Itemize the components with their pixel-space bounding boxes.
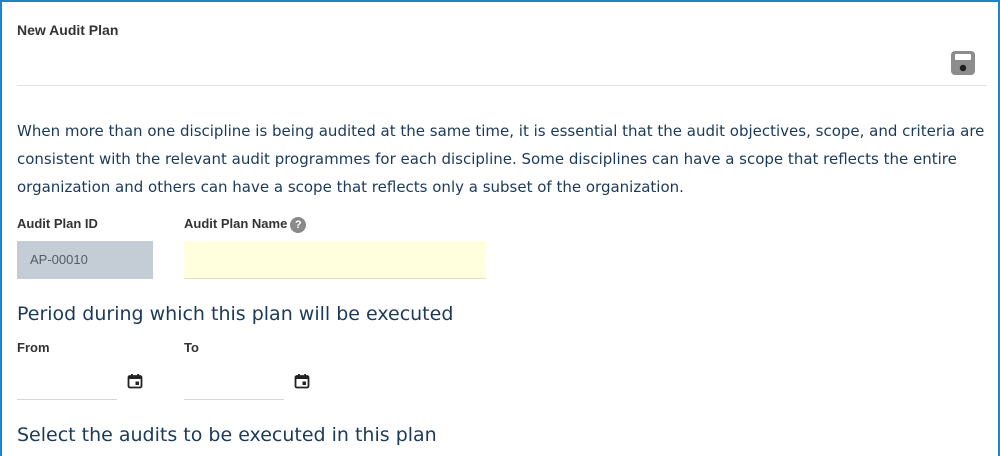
audit-plan-name-label-group: Audit Plan Name? — [184, 216, 307, 233]
audits-heading: Select the audits to be executed in this… — [17, 424, 437, 446]
save-button[interactable] — [950, 50, 976, 76]
from-label: From — [17, 340, 50, 355]
intro-text: When more than one discipline is being a… — [17, 122, 985, 196]
to-date-input[interactable] — [184, 364, 288, 401]
save-icon — [951, 51, 975, 75]
header-divider — [17, 85, 987, 86]
period-heading: Period during which this plan will be ex… — [17, 303, 454, 325]
help-icon[interactable]: ? — [290, 216, 307, 233]
panel-title: New Audit Plan — [17, 22, 119, 38]
audit-plan-name-input[interactable] — [184, 241, 486, 279]
from-calendar-icon[interactable] — [127, 373, 143, 389]
from-date-field — [17, 364, 121, 401]
to-date-field — [184, 364, 288, 401]
from-date-input[interactable] — [17, 364, 121, 401]
audit-plan-form: New Audit Plan When more than one discip… — [0, 0, 1000, 456]
to-calendar-icon[interactable] — [294, 373, 310, 389]
audit-plan-id-label: Audit Plan ID — [17, 216, 98, 231]
to-label: To — [184, 340, 199, 355]
audit-plan-name-label: Audit Plan Name — [184, 216, 288, 231]
audit-plan-id-field: AP-00010 — [17, 241, 153, 279]
